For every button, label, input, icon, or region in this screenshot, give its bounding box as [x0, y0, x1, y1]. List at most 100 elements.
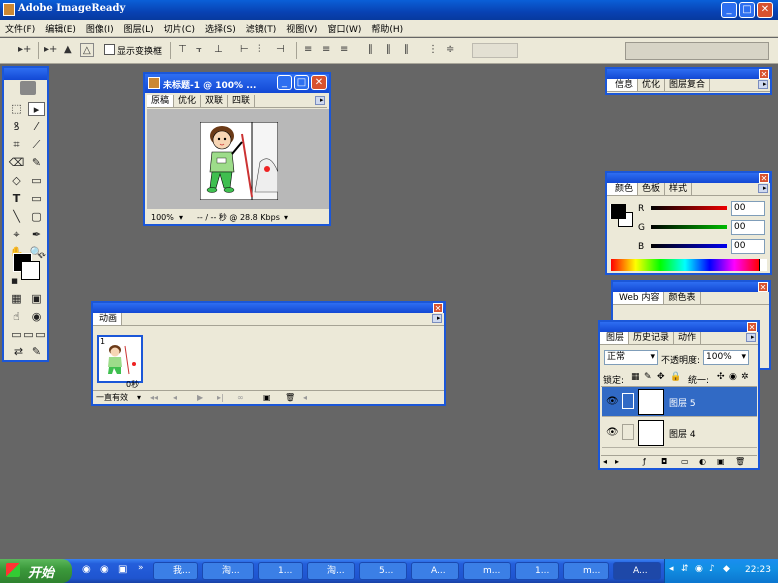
palette-well[interactable]	[625, 42, 769, 60]
menu-view[interactable]: 视图(V)	[281, 20, 322, 35]
tab-4up[interactable]: 四联	[228, 95, 256, 107]
distribute-left-icon[interactable]: ∥	[368, 43, 373, 57]
unify-visibility-icon[interactable]: ◉	[729, 372, 737, 382]
g-value-field[interactable]: 00	[731, 220, 765, 235]
maximize-icon[interactable]: □	[739, 2, 755, 18]
close-icon[interactable]: ✕	[757, 2, 773, 18]
align-left-icon[interactable]: ⊢	[240, 43, 249, 57]
taskbar-item[interactable]: A...	[411, 562, 459, 580]
next-frame-icon[interactable]: ▸|	[217, 391, 224, 404]
screen-mode-full-icon[interactable]: ▭	[32, 328, 49, 342]
show-transform-checkbox[interactable]	[104, 44, 115, 55]
tab-swatches[interactable]: 色板	[638, 183, 666, 195]
menu-image[interactable]: 图像(I)	[81, 20, 119, 35]
taskbar-item[interactable]: 1...	[515, 562, 559, 580]
tab-layer-comps[interactable]: 图层复合	[665, 79, 711, 91]
web-close-icon[interactable]: ✕	[758, 282, 768, 292]
eraser-icon[interactable]: ⌫	[8, 156, 25, 170]
tab-web-content[interactable]: Web 内容	[613, 292, 665, 304]
color-ramp-white[interactable]	[759, 259, 767, 271]
menu-select[interactable]: 选择(S)	[200, 20, 241, 35]
play-icon[interactable]: ▶	[197, 391, 203, 404]
loop-option[interactable]: 一直有效	[96, 391, 128, 404]
animation-close-icon[interactable]: ✕	[433, 303, 443, 313]
eye-icon[interactable]: 👁	[606, 396, 619, 407]
arrow-white-icon[interactable]: △	[80, 43, 94, 57]
doc-maximize-icon[interactable]: □	[294, 75, 309, 90]
lasso-icon[interactable]: ꝸ	[8, 120, 25, 134]
color-palette-titlebar[interactable]: ✕	[607, 173, 770, 183]
align-hcenter-icon[interactable]: ⫶	[258, 43, 261, 57]
r-slider[interactable]	[651, 206, 727, 210]
bucket-icon[interactable]: ◇	[8, 174, 25, 188]
menu-slice[interactable]: 切片(C)	[159, 20, 200, 35]
marquee-icon[interactable]: ⬚	[8, 102, 25, 116]
animation-titlebar[interactable]: ✕	[93, 303, 444, 313]
rounded-rect-icon[interactable]: ▢	[28, 210, 45, 224]
start-button[interactable]: 开始	[0, 559, 72, 583]
mask-icon[interactable]: ◘	[661, 456, 667, 467]
quicklaunch-desktop-icon[interactable]: ▣	[118, 564, 127, 575]
zoom-dropdown-icon[interactable]: ▾	[179, 211, 183, 224]
document-canvas[interactable]	[147, 109, 329, 209]
distribute-hcenter-icon[interactable]: ∥	[386, 43, 391, 57]
status-dropdown-icon[interactable]: ▾	[284, 211, 288, 224]
tab-history[interactable]: 历史记录	[629, 332, 675, 344]
duplicate-frame-icon[interactable]: ▣	[263, 391, 271, 404]
color-ramp[interactable]	[611, 259, 759, 271]
taskbar-item[interactable]: 我...	[153, 562, 198, 580]
tween-icon[interactable]: ∞	[237, 391, 244, 404]
move-tool-icon[interactable]: ▸+	[18, 43, 31, 57]
blend-mode-select[interactable]: 正常 ▾	[604, 350, 658, 365]
crop-icon[interactable]: ⌗	[8, 138, 25, 152]
move-tool-icon[interactable]: ▸	[28, 102, 45, 116]
tab-optimized[interactable]: 优化	[174, 95, 202, 107]
document-titlebar[interactable]: 未标题-1 @ 100% ... _ □ ✕	[145, 74, 329, 93]
edit-in-photoshop-icon[interactable]: ⇄	[10, 345, 27, 359]
align-vcenter-icon[interactable]: ⫟	[196, 43, 202, 57]
distribute-vcenter-icon[interactable]: ≡	[322, 43, 330, 57]
tabs-menu-icon[interactable]: ▸	[315, 96, 325, 105]
frame-delay[interactable]: 0秒	[126, 379, 139, 390]
taskbar-item[interactable]: 淘...	[202, 562, 254, 580]
menu-layer[interactable]: 图层(L)	[119, 20, 159, 35]
doc-minimize-icon[interactable]: _	[277, 75, 292, 90]
align-bottom-icon[interactable]: ⊥	[214, 43, 223, 57]
delete-layer-icon[interactable]: 🗑	[735, 456, 745, 467]
layer-style-icon[interactable]: ƒ	[643, 456, 646, 467]
prev-frame-icon[interactable]: ◂	[603, 456, 607, 467]
layers-close-icon[interactable]: ✕	[747, 322, 757, 332]
menu-edit[interactable]: 编辑(E)	[40, 20, 81, 35]
doc-close-icon[interactable]: ✕	[311, 75, 327, 90]
b-slider[interactable]	[651, 244, 727, 248]
move-icon[interactable]: ▸+	[44, 43, 57, 57]
layer-row-4[interactable]: 👁 图层 4	[602, 418, 757, 448]
distribute-width-icon[interactable]: ⋮	[428, 43, 438, 57]
animation-menu-icon[interactable]: ▸	[432, 314, 442, 323]
tab-2up[interactable]: 双联	[201, 95, 229, 107]
lock-move-icon[interactable]: ✥	[657, 372, 665, 382]
tab-styles[interactable]: 样式	[665, 183, 693, 195]
opacity-field[interactable]: 100% ▾	[703, 350, 749, 365]
menu-filter[interactable]: 滤镜(T)	[241, 20, 282, 35]
volume-icon[interactable]: ♪	[709, 564, 715, 574]
tab-animation[interactable]: 动画	[93, 313, 123, 325]
quicklaunch-ie-icon[interactable]: ◉	[82, 564, 91, 575]
distribute-right-icon[interactable]: ∥	[404, 43, 409, 57]
lock-all-icon[interactable]: 🔒	[670, 372, 681, 382]
r-value-field[interactable]: 00	[731, 201, 765, 216]
quicklaunch-media-icon[interactable]: ◉	[100, 564, 109, 575]
antivirus-icon[interactable]: ◉	[695, 564, 703, 574]
b-value-field[interactable]: 00	[731, 239, 765, 254]
info-close-icon[interactable]: ✕	[759, 69, 769, 79]
minimize-icon[interactable]: _	[721, 2, 737, 18]
preview-browser-icon[interactable]: ◉	[28, 310, 45, 324]
magic-wand-icon[interactable]: ⁄	[28, 120, 45, 134]
slice-icon[interactable]: ⟋	[28, 138, 45, 152]
align-right-icon[interactable]: ⊣	[276, 43, 285, 57]
first-frame-icon[interactable]: ◂◂	[150, 391, 158, 404]
new-set-icon[interactable]: ▭	[681, 456, 689, 467]
shape-tool-icon[interactable]: ▭	[28, 192, 45, 206]
lock-transparency-icon[interactable]: ▦	[631, 372, 640, 382]
info-palette-titlebar[interactable]: ✕	[607, 69, 770, 79]
